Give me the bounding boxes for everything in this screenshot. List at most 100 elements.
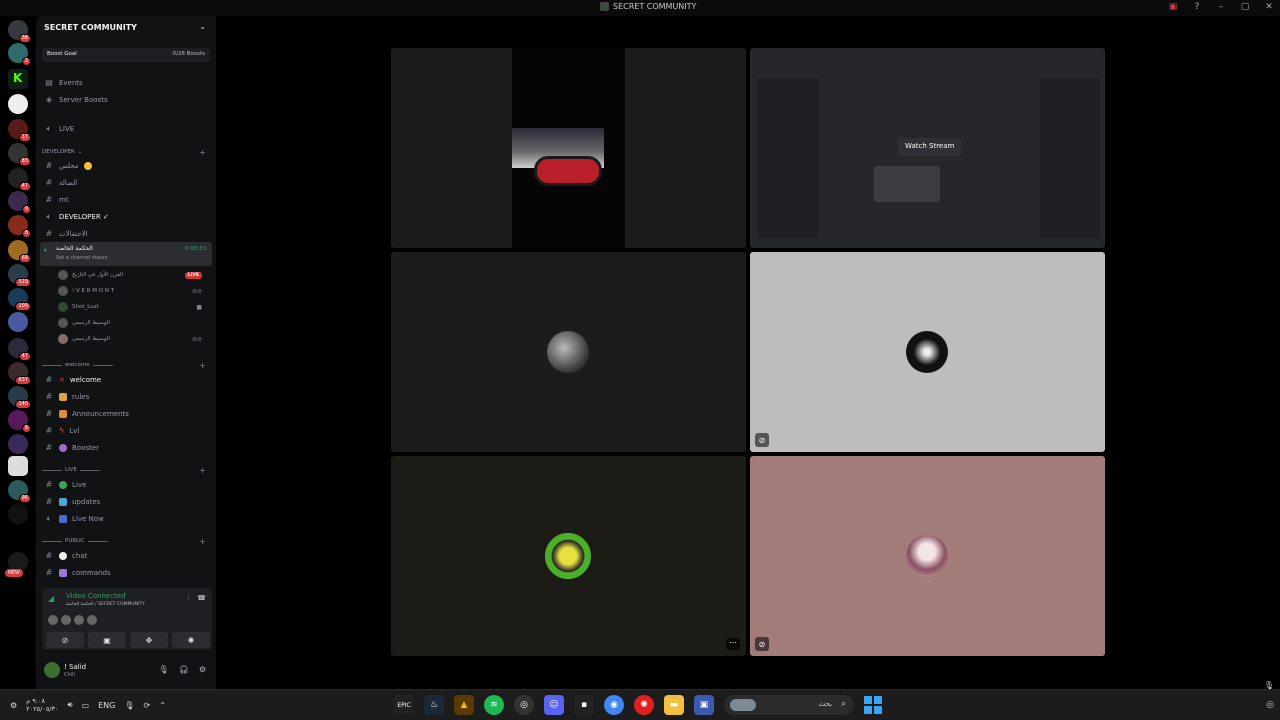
video-tile-user[interactable]: ⊘ (750, 456, 1105, 656)
more-options-icon[interactable]: ⋯ (726, 638, 740, 650)
discord-icon[interactable]: ☺ (544, 695, 564, 715)
language-indicator[interactable]: ENG (98, 701, 115, 710)
channel-rules[interactable]: # rules (42, 389, 210, 404)
category-public[interactable]: PUBLIC + (42, 535, 210, 547)
server-icon[interactable]: 83 (8, 143, 31, 166)
noise-suppression-icon[interactable]: ⫶ (188, 594, 190, 603)
voice-channel-developer[interactable]: 🔈︎ DEVELOPER ✓ (42, 209, 210, 224)
voice-channel-live-now[interactable]: 🔈︎ Live Now (42, 511, 210, 526)
app-icon[interactable]: ✺ (634, 695, 654, 715)
server-icon[interactable]: 637 (8, 362, 31, 385)
channel-booster[interactable]: # Booster (42, 440, 210, 455)
server-icon[interactable]: 47 (8, 168, 31, 191)
server-icon[interactable]: 47 (8, 338, 31, 361)
voice-user[interactable]: Shot_Lust ■ (58, 300, 208, 314)
channel-item[interactable]: # الاحتفالات (42, 226, 210, 241)
channel-item[interactable]: # mt (42, 192, 210, 207)
add-channel-icon[interactable]: + (199, 148, 206, 157)
server-icon[interactable]: 140 (8, 386, 31, 409)
sync-icon[interactable]: ⟳ (144, 701, 151, 710)
avatar[interactable] (44, 662, 60, 678)
voice-status-title[interactable]: Video Connected (66, 592, 126, 600)
server-icon[interactable]: 68 (8, 240, 31, 263)
voice-status-subtitle[interactable]: الحكمة الخاصة / SECRET COMMUNITY (66, 602, 145, 607)
watch-stream-button[interactable]: Watch Stream (898, 138, 962, 156)
channel-welcome[interactable]: # ✕ welcome (42, 372, 210, 387)
category-developer[interactable]: DEVELOPER ⌄ + (42, 146, 210, 158)
server-icon[interactable] (8, 94, 28, 114)
settings-icon[interactable]: ⚙ (10, 701, 17, 710)
channel-item[interactable]: # مجلس (42, 158, 210, 173)
maximize-button[interactable]: ▢ (1240, 2, 1250, 12)
notification-icon[interactable]: ◎ (1266, 700, 1274, 710)
help-icon[interactable]: ? (1192, 2, 1202, 12)
activities-icon[interactable]: ✥ (130, 632, 168, 648)
server-icon[interactable]: 8 (8, 215, 31, 238)
disconnect-icon[interactable]: ☎ (197, 594, 206, 603)
server-icon[interactable]: 2 (8, 43, 31, 66)
voice-user[interactable]: الوسيط الرسمي (58, 316, 208, 330)
channel-live[interactable]: # Live (42, 477, 210, 492)
adobe-icon[interactable]: ▲ (454, 695, 474, 715)
avatar[interactable] (74, 615, 84, 625)
channel-item[interactable]: # الصالة (42, 175, 210, 190)
camera-off-icon[interactable]: ⊘ (46, 632, 84, 648)
file-explorer-icon[interactable]: ▬ (664, 695, 684, 715)
add-channel-icon[interactable]: + (199, 361, 206, 370)
search-box[interactable]: بحث ⌕ (724, 695, 854, 715)
chrome-icon[interactable]: ◉ (604, 695, 624, 715)
inbox-icon[interactable]: ▣ (1168, 2, 1178, 12)
add-channel-icon[interactable]: + (199, 466, 206, 475)
clock[interactable]: ٩:٠٨ م ٢٠٢٥/٠٥/٣٠ (26, 697, 58, 713)
app-icon[interactable]: ◎ (514, 695, 534, 715)
channel-commands[interactable]: # commands (42, 565, 210, 580)
avatar[interactable] (48, 615, 58, 625)
avatar[interactable] (61, 615, 71, 625)
minimize-button[interactable]: – (1216, 2, 1226, 12)
gear-icon[interactable]: ⚙ (199, 665, 206, 674)
category-live[interactable]: LIVE + (42, 464, 210, 476)
steam-icon[interactable]: ♨ (424, 695, 444, 715)
category-welcome[interactable]: welcome + (42, 359, 210, 371)
server-icon[interactable] (8, 456, 28, 476)
start-button[interactable] (864, 696, 882, 714)
chevron-up-icon[interactable]: ⌃ (159, 701, 166, 710)
server-icon[interactable]: 96 (8, 480, 31, 503)
network-icon[interactable]: ▭ (82, 701, 90, 710)
video-tile-stream[interactable]: Watch Stream (750, 48, 1105, 248)
server-icon[interactable]: 529 (8, 264, 31, 287)
active-voice-channel[interactable]: 🔈︎ الحكمة الخاصة Set a channel status 0:… (40, 242, 212, 266)
guild-header[interactable]: SECRET COMMUNITY ⌄ (36, 16, 216, 40)
voice-user[interactable]: القرن الأول في التاريخ LIVE (58, 268, 208, 282)
add-channel-icon[interactable]: + (199, 537, 206, 546)
server-icon[interactable]: K (8, 69, 28, 89)
app-icon[interactable]: ▪ (574, 695, 594, 715)
video-tile-user[interactable] (391, 252, 746, 452)
boost-goal-bar[interactable]: Boost Goal 0/28 Boosts (42, 48, 210, 62)
microphone-icon[interactable]: 🎙︎ (124, 701, 134, 710)
headphones-icon[interactable]: 🎧︎ (179, 665, 189, 674)
avatar[interactable] (87, 615, 97, 625)
server-icon[interactable] (8, 312, 28, 332)
server-icon[interactable] (8, 504, 28, 524)
video-tile-user[interactable]: ⊘ (750, 252, 1105, 452)
voice-user[interactable]: ! V E R M O N T ⊘⊘ (58, 284, 208, 298)
epic-games-icon[interactable]: EPIC (394, 695, 414, 715)
channel-chat[interactable]: # chat (42, 548, 210, 563)
channel-announcements[interactable]: # Announcements (42, 406, 210, 421)
close-button[interactable]: ✕ (1264, 2, 1274, 12)
volume-icon[interactable]: 🔊︎ (67, 700, 72, 710)
channel-updates[interactable]: # updates (42, 494, 210, 509)
server-icon[interactable]: 8 (8, 410, 31, 433)
server-icon[interactable]: 109 (8, 288, 31, 311)
soundboard-icon[interactable]: ✺ (172, 632, 210, 648)
voice-user[interactable]: الوسيط الرسمي ⊘⊘ (58, 332, 208, 346)
channel-lvl[interactable]: # ϟ Lvl (42, 423, 210, 438)
sidebar-item-server-boosts[interactable]: ◈ Server Boosts (42, 92, 210, 107)
server-icon[interactable]: 9 (8, 191, 31, 214)
server-icon[interactable] (8, 434, 28, 454)
microphone-icon[interactable]: 🎙︎ (159, 665, 169, 674)
signal-icon[interactable]: ◢ (48, 594, 54, 603)
home-button[interactable]: 38 (8, 20, 31, 43)
channel-status[interactable]: Set a channel status (56, 255, 107, 261)
